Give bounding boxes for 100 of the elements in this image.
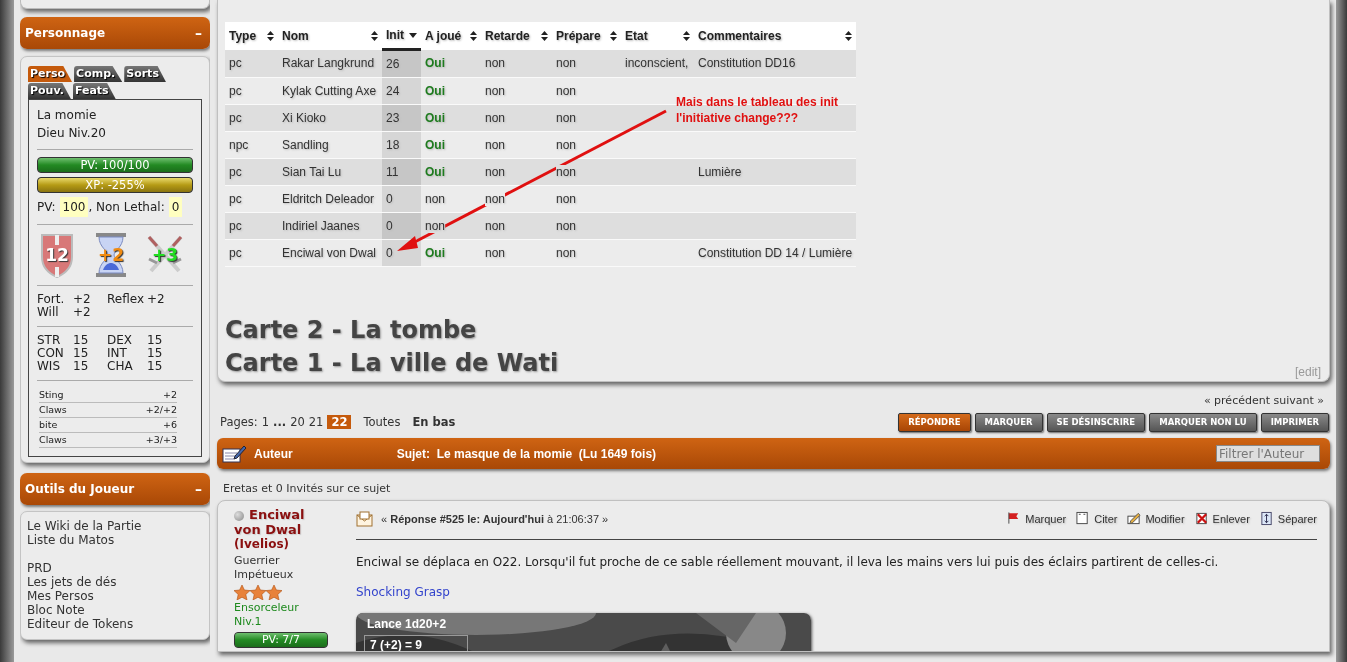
roll-result: 7 (+2) = 9	[364, 635, 468, 651]
tab[interactable]: Pouv.	[28, 83, 71, 99]
notepad-pencil-icon	[222, 443, 247, 464]
action-button[interactable]: MARQUER	[974, 412, 1043, 432]
map-heading: Carte 1 - La ville de Wati	[225, 348, 559, 379]
delete-icon	[1194, 511, 1209, 526]
stat-value: 12	[45, 245, 69, 265]
sidebar-link[interactable]: PRD	[27, 561, 203, 575]
column-header[interactable]: Retarde	[481, 22, 552, 50]
ability-value: 15	[73, 347, 90, 360]
sidebar-link[interactable]: Bloc Note	[27, 603, 203, 617]
page-navigation-links[interactable]: « précédent suivant »	[1203, 394, 1324, 407]
spell-link[interactable]: Shocking Grasp	[356, 585, 450, 599]
author-filter-field[interactable]: Filtrer l'Auteur	[1216, 445, 1320, 462]
post-action[interactable]: Séparer	[1259, 511, 1317, 526]
action-button[interactable]: SE DÉSINSCRIRE	[1046, 412, 1146, 432]
post-action[interactable]: Modifier	[1127, 511, 1185, 526]
attack-name: Sting	[39, 388, 146, 403]
post-action[interactable]: Marquer	[1007, 511, 1067, 526]
health-bar: PV: 7/7	[234, 632, 328, 648]
panel-title: Outils du Joueur	[25, 482, 135, 496]
attack-name: Claws	[39, 433, 146, 448]
column-header[interactable]: Etat	[621, 22, 694, 50]
character-rank: Dieu Niv.20	[37, 125, 107, 142]
field-label: , Non Lethal:	[88, 199, 165, 216]
table-cell: Eldritch Deleador	[282, 192, 375, 206]
tab[interactable]: Feats	[72, 83, 116, 99]
sidebar-link[interactable]: Le Wiki de la Partie	[27, 519, 203, 533]
table-cell: Oui	[425, 111, 445, 125]
page-link[interactable]: Toutes	[363, 415, 401, 429]
action-button[interactable]: MARQUER NON LU	[1149, 412, 1257, 432]
page-link[interactable]: 21	[308, 415, 324, 429]
ability-label: CON	[37, 347, 65, 360]
post-action[interactable]: Citer	[1076, 511, 1118, 526]
column-header[interactable]: Prépare	[552, 22, 621, 50]
page-link[interactable]: En bas	[412, 415, 456, 429]
star-icon	[234, 585, 250, 600]
table-cell: 26	[386, 57, 400, 71]
edit-icon	[1127, 511, 1142, 526]
column-header[interactable]: A joué	[421, 22, 481, 50]
column-header[interactable]: Type	[225, 22, 278, 50]
ability-value: 15	[73, 334, 90, 347]
column-header[interactable]: Nom	[278, 22, 382, 50]
post-text: Enciwal se déplaca en O22. Lorsqu'il fut proche de ce sable réellement mouvant, il leva les mains vers lui puis des éclairs partirent de celles-ci.	[356, 555, 1220, 569]
table-cell: 0	[386, 192, 393, 206]
sidebar-link[interactable]: Editeur de Tokens	[27, 617, 203, 631]
page-link[interactable]: 22	[327, 415, 352, 429]
column-header[interactable]: Init	[382, 22, 421, 50]
save-value: +2	[73, 293, 92, 306]
tab[interactable]: Comp.	[74, 66, 123, 82]
table-cell: non	[485, 192, 506, 206]
page-link[interactable]: 1	[261, 415, 270, 429]
column-header[interactable]: Commentaires	[694, 22, 857, 50]
attack-bonus: +6	[145, 418, 177, 433]
star-icon	[250, 585, 266, 600]
star-icon	[266, 585, 282, 600]
health-bar: PV: 100/100	[37, 157, 193, 173]
author-class: Ensorceleur	[234, 601, 300, 615]
table-cell: 11	[386, 165, 399, 179]
post-header: « Réponse #525 le: Aujourd'hui à 21:06:37 »	[381, 512, 609, 525]
topic-subject: Sujet: Le masque de la momie (Lu 1649 fois)	[396, 446, 657, 461]
author-column-label: Auteur	[254, 446, 293, 461]
collapse-toggle[interactable]: –	[195, 481, 202, 497]
table-cell: Indiriel Jaanes	[282, 219, 360, 233]
roll-title: Lance 1d20+2	[367, 617, 447, 631]
attack-name: Claws	[39, 403, 146, 418]
sidebar-link[interactable]: Les jets de dés	[27, 575, 203, 589]
page-link[interactable]: 20	[290, 415, 305, 429]
table-cell: 0	[386, 219, 393, 233]
table-cell: Oui	[425, 165, 445, 179]
table-cell: Oui	[425, 246, 445, 260]
author-level: Niv.1	[234, 615, 263, 629]
table-cell: 23	[386, 111, 400, 125]
action-button[interactable]: IMPRIMER	[1260, 412, 1329, 432]
hp-value: 100	[59, 197, 89, 217]
author-title: Impétueux	[234, 568, 295, 582]
table-cell: Xi Kioko	[282, 111, 327, 125]
table-cell: Rakar Langkrund	[282, 56, 375, 71]
table-cell: 24	[386, 84, 400, 98]
field-label: PV:	[37, 199, 56, 216]
author-name[interactable]: Enciwal von Dwal	[234, 507, 335, 537]
table-cell: non	[556, 165, 577, 179]
action-button[interactable]: RÉPONDRE	[898, 412, 971, 432]
save-value: +2	[73, 306, 92, 319]
ability-value: 15	[147, 334, 164, 347]
page-ellipsis: ...	[273, 415, 287, 429]
save-label: Reflex	[107, 293, 145, 306]
post-action[interactable]: Enlever	[1194, 511, 1250, 526]
character-name: La momie	[37, 107, 98, 124]
sidebar-link[interactable]: Liste du Matos	[27, 533, 203, 547]
stat-value: +3	[151, 245, 179, 265]
collapse-toggle[interactable]: –	[195, 25, 202, 41]
stat-value: +2	[97, 245, 125, 265]
sidebar-link[interactable]: Mes Persos	[27, 589, 203, 603]
tab[interactable]: Sorts	[124, 66, 166, 82]
panel-title: Personnage	[25, 26, 106, 40]
envelope-icon	[356, 510, 373, 527]
table-cell: Oui	[425, 138, 445, 152]
ability-value: 15	[147, 360, 164, 373]
tab[interactable]: Perso	[28, 66, 73, 82]
